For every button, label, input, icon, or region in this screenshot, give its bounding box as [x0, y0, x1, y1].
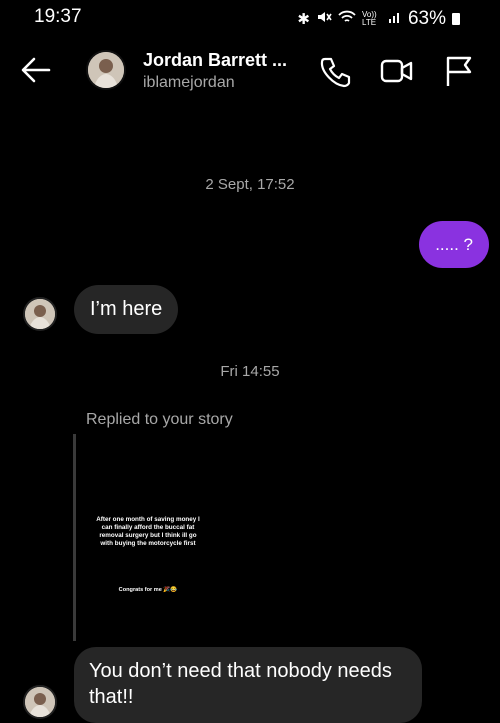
story-preview[interactable]: After one month of saving money I can fi…	[85, 434, 211, 641]
phone-icon	[320, 57, 351, 88]
status-icons: ✱ Vo)) LTE 63%	[297, 8, 460, 30]
story-reply-label: Replied to your story	[86, 411, 233, 428]
wifi-icon	[338, 10, 356, 28]
video-call-button[interactable]	[380, 54, 414, 88]
battery-icon	[452, 13, 460, 25]
story-caption: After one month of saving money I can fi…	[96, 516, 200, 547]
story-subcaption: Congrats for me 🎉😂	[118, 587, 178, 593]
outgoing-message[interactable]: ..... ?	[419, 221, 489, 268]
incoming-message[interactable]: You don’t need that nobody needs that!!	[74, 647, 422, 723]
battery-percent: 63%	[407, 8, 446, 29]
mute-icon	[316, 9, 332, 29]
message-timestamp: 2 Sept, 17:52	[205, 176, 295, 193]
contact-username[interactable]: iblamejordan	[143, 74, 235, 92]
incoming-message[interactable]: I’m here	[74, 285, 179, 334]
call-button[interactable]	[318, 54, 352, 88]
status-time: 19:37	[34, 6, 82, 27]
flag-icon	[446, 56, 472, 86]
signal-icon	[388, 10, 402, 28]
avatar[interactable]	[86, 50, 126, 90]
sender-avatar[interactable]	[23, 297, 57, 331]
video-icon	[380, 59, 413, 83]
message-timestamp: Fri 14:55	[220, 363, 280, 380]
reply-indicator-bar	[73, 434, 76, 641]
contact-name[interactable]: Jordan Barrett ...	[143, 50, 287, 71]
network-label: Vo)) LTE	[361, 10, 377, 27]
bluetooth-icon: ✱	[297, 11, 310, 28]
report-button[interactable]	[442, 54, 476, 88]
back-arrow-icon	[21, 57, 51, 83]
back-button[interactable]	[20, 56, 52, 84]
sender-avatar[interactable]	[23, 685, 57, 719]
